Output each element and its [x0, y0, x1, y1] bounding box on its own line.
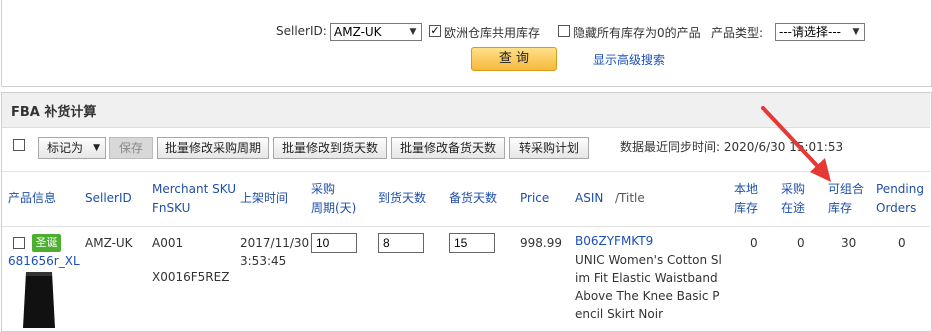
row-combinable-stock: 30 — [841, 236, 857, 250]
header-in-transit-2[interactable]: 在途 — [781, 198, 805, 218]
caret-down-icon: ▼ — [93, 143, 100, 153]
batch-purchase-cycle-button[interactable]: 批量修改采购周期 — [157, 137, 269, 159]
header-stock-days[interactable]: 备货天数 — [449, 188, 497, 208]
mark-as-dropdown[interactable]: 标记为 ▼ — [38, 137, 106, 159]
product-type-label: 产品类型: — [711, 26, 764, 40]
hide-zero-checkbox[interactable] — [558, 25, 570, 37]
product-sku-link[interactable]: 681656r_XL — [8, 254, 80, 268]
row-seller-id: AMZ-UK — [85, 236, 133, 250]
header-arrival-days[interactable]: 到货天数 — [378, 188, 426, 208]
row-list-date: 2017/11/30 — [240, 236, 310, 250]
select-all-checkbox[interactable] — [13, 139, 25, 151]
batch-stock-days-button[interactable]: 批量修改备货天数 — [391, 137, 505, 159]
header-price[interactable]: Price — [520, 188, 549, 208]
fba-panel-title: FBA 补货计算 — [11, 105, 97, 120]
product-type-select[interactable]: ---请选择--- ▼ — [775, 23, 865, 41]
header-local-stock-2[interactable]: 库存 — [734, 198, 758, 218]
row-fnsku: X0016F5REZ — [152, 270, 230, 284]
row-in-transit: 0 — [797, 236, 805, 250]
header-merchant-sku[interactable]: Merchant SKU — [152, 179, 236, 199]
query-button[interactable]: 查 询 — [471, 47, 557, 71]
header-purchase-cycle-1[interactable]: 采购 — [311, 179, 335, 199]
sync-time-label: 数据最近同步时间: — [620, 140, 721, 154]
red-arrow-annotation — [761, 106, 831, 182]
product-title: UNIC Women's Cotton Slim Fit Elastic Wai… — [575, 253, 722, 321]
header-title: /Title — [615, 191, 645, 205]
hide-zero-label: 隐藏所有库存为0的产品 — [573, 26, 701, 40]
filter-panel — [1, 0, 932, 87]
arrival-days-input[interactable] — [378, 233, 424, 253]
chevron-down-icon: ▼ — [409, 27, 417, 37]
asin-link[interactable]: B06ZYFMKT9 — [575, 234, 653, 248]
header-seller-id[interactable]: SellerID — [85, 188, 132, 208]
header-pending-1[interactable]: Pending — [876, 179, 924, 199]
advanced-search-link[interactable]: 显示高级搜索 — [593, 51, 665, 68]
batch-arrival-days-button[interactable]: 批量修改到货天数 — [273, 137, 387, 159]
header-fnsku[interactable]: FnSKU — [152, 198, 190, 218]
stock-days-input[interactable] — [449, 233, 495, 253]
header-purchase-cycle-2[interactable]: 周期(天) — [311, 198, 356, 218]
chevron-down-icon: ▼ — [852, 27, 860, 37]
holiday-badge: 圣诞 — [32, 234, 61, 252]
header-list-time[interactable]: 上架时间 — [240, 188, 288, 208]
to-purchase-plan-button[interactable]: 转采购计划 — [509, 137, 589, 159]
mark-as-label: 标记为 — [47, 141, 84, 155]
save-button[interactable]: 保存 — [109, 137, 153, 159]
row-local-stock: 0 — [750, 236, 758, 250]
row-list-time: 3:53:45 — [240, 254, 287, 268]
header-pending-2[interactable]: Orders — [876, 198, 916, 218]
row-merchant-sku: A001 — [152, 236, 184, 250]
seller-id-select[interactable]: AMZ-UK ▼ — [330, 23, 422, 41]
seller-id-label: SellerID: — [276, 24, 327, 38]
seller-id-value: AMZ-UK — [334, 25, 382, 39]
row-pending-orders: 0 — [898, 236, 906, 250]
row-price: 998.99 — [520, 236, 562, 250]
purchase-cycle-input[interactable] — [311, 233, 357, 253]
row-checkbox[interactable] — [13, 237, 25, 249]
header-product-info[interactable]: 产品信息 — [8, 188, 56, 208]
eu-share-checkbox[interactable]: ✓ — [429, 25, 441, 37]
header-combinable-2[interactable]: 库存 — [828, 198, 852, 218]
eu-share-label: 欧洲仓库共用库存 — [444, 26, 541, 40]
header-asin[interactable]: ASIN — [575, 188, 603, 208]
product-type-value: ---请选择--- — [779, 25, 841, 39]
product-thumbnail[interactable] — [14, 270, 64, 330]
